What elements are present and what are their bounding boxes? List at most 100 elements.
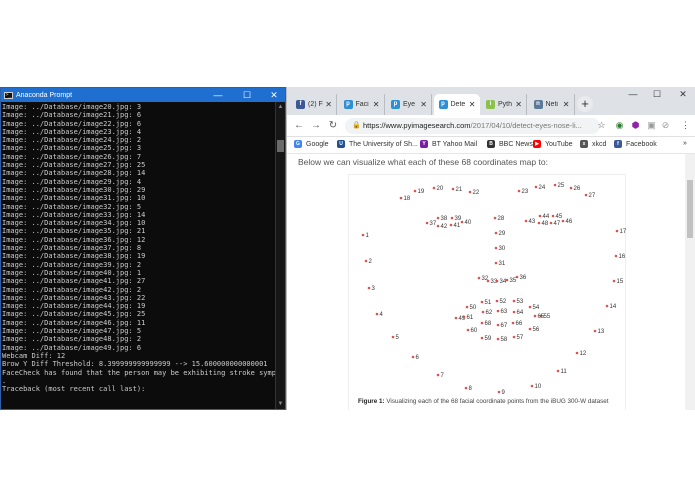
prompt-line: Image: ../Database/image34.jpg: 10 [2,219,146,228]
page-content[interactable]: Below we can visualize what each of thes… [287,154,685,410]
scroll-up-icon[interactable]: ▲ [276,102,285,112]
bookmark-item[interactable]: U The University of Sh... [337,140,418,148]
landmark-label: 44 [543,214,550,220]
prompt-line: Image: ../Database/image44.jpg: 19 [2,302,146,311]
landmark-label: 21 [456,187,463,193]
landmark-point [486,279,490,283]
scroll-down-icon[interactable]: ▼ [276,399,285,409]
minimize-icon[interactable]: — [624,89,642,99]
maximize-icon[interactable]: ☐ [648,89,666,100]
prompt-line: Image: ../Database/image28.jpg: 14 [2,169,146,178]
landmark-label: 31 [499,261,506,267]
prompt-scrollbar[interactable]: ▲ ▼ [275,102,285,409]
new-tab-button[interactable]: + [577,96,593,112]
landmark-point [512,310,516,314]
landmark-point [451,187,455,191]
prompt-titlebar[interactable]: >_ Anaconda Prompt — ☐ ✕ [1,88,285,102]
tab-favicon-icon: p [343,100,353,109]
landmark-label: 59 [485,336,492,342]
landmark-label: 40 [465,220,472,226]
landmark-label: 61 [467,315,474,321]
landmark-point [496,337,500,341]
extension-icon[interactable]: ▣ [645,119,658,132]
landmark-point [413,189,417,193]
landmark-point [367,286,371,290]
landmark-point [480,300,484,304]
forward-icon[interactable]: → [309,119,323,133]
bookmark-icon: Y [420,140,428,148]
tab-close-icon[interactable]: ✕ [373,100,380,109]
anaconda-prompt-window[interactable]: >_ Anaconda Prompt — ☐ ✕ Image: ../Datab… [0,87,286,410]
browser-tab[interactable]: i Pyth ✕ [481,94,527,115]
browser-tab[interactable]: f (2) F ✕ [291,94,337,115]
landmark-point [512,335,516,339]
bookmark-item[interactable]: f Facebook [614,140,657,148]
chrome-window[interactable]: + — ☐ ✕ f (2) F ✕ p Faci ✕ p Eye ✕ p Dete ✕ i Pyth ✕ n N… [286,87,695,410]
landmark-point [515,275,519,279]
prompt-scroll-thumb[interactable] [277,140,284,152]
bookmark-label: The University of Sh... [349,140,418,148]
landmark-label: 13 [598,329,605,335]
landmark-label: 47 [554,221,561,227]
bookmark-icon: f [614,140,622,148]
bookmark-item[interactable]: x xkcd [580,140,606,148]
maximize-icon[interactable]: ☐ [237,88,257,102]
prompt-line: Image: ../Database/image43.jpg: 22 [2,293,146,302]
extension-icon[interactable]: ⬢ [629,119,642,132]
extension-icon[interactable]: ⊘ [659,119,672,132]
bookmark-label: BBC News [499,140,533,148]
profile-icon[interactable]: ⋮ [679,119,692,132]
prompt-line: Image: ../Database/image21.jpg: 6 [2,111,142,120]
bookmark-item[interactable]: G Google [294,140,329,148]
prompt-line: Image: ../Database/image45.jpg: 25 [2,310,146,319]
close-icon[interactable]: ✕ [674,89,692,100]
prompt-output[interactable]: Image: ../Database/image20.jpg: 3 Image: … [1,102,275,409]
landmark-point [530,384,534,388]
prompt-line: Brow Y Diff Threshold: 8.399999999999999… [2,360,268,369]
landmark-label: 2 [369,259,373,265]
landmark-label: 67 [501,323,508,329]
tab-close-icon[interactable]: ✕ [563,100,570,109]
page-scrollbar[interactable] [685,154,695,410]
bookmark-label: BT Yahoo Mail [432,140,478,148]
browser-tab[interactable]: p Faci ✕ [338,94,385,115]
bookmark-item[interactable]: B BBC News [487,140,533,148]
back-icon[interactable]: ← [292,119,306,133]
bookmark-item[interactable]: ▶ YouTube [533,140,573,148]
minimize-icon[interactable]: — [208,88,228,102]
browser-tab[interactable]: n Neti ✕ [528,94,575,115]
tab-close-icon[interactable]: ✕ [325,100,332,109]
tab-close-icon[interactable]: ✕ [469,100,476,109]
prompt-line: Image: ../Database/image39.jpg: 2 [2,260,142,269]
browser-tab[interactable]: p Eye ✕ [386,94,432,115]
landmark-point [399,196,403,200]
close-icon[interactable]: ✕ [264,88,284,102]
tab-close-icon[interactable]: ✕ [515,100,522,109]
landmark-point [436,216,440,220]
reload-icon[interactable]: ↻ [326,119,340,133]
star-icon[interactable]: ☆ [595,119,608,132]
extension-icon[interactable]: ◉ [613,119,626,132]
landmark-point [462,315,466,319]
landmark-label: 3 [372,286,376,292]
prompt-line: Image: ../Database/image26.jpg: 7 [2,152,142,161]
landmark-label: 11 [561,369,568,375]
bookmark-item[interactable]: Y BT Yahoo Mail [420,140,477,148]
prompt-line: Image: ../Database/image40.jpg: 1 [2,268,142,277]
landmark-label: 7 [441,373,445,379]
landmark-point [528,327,532,331]
tab-close-icon[interactable]: ✕ [420,100,427,109]
landmark-point [569,186,573,190]
landmark-point [411,355,415,359]
page-scroll-thumb[interactable] [687,180,693,238]
browser-tab[interactable]: p Dete ✕ [433,94,480,115]
landmark-label: 64 [517,310,524,316]
desktop: >_ Anaconda Prompt — ☐ ✕ Image: ../Datab… [0,0,695,494]
landmark-point [534,185,538,189]
landmark-point [436,224,440,228]
landmark-point [493,216,497,220]
prompt-line: Image: ../Database/image37.jpg: 8 [2,244,142,253]
url-domain: https://www.pyimagesearch.com [363,121,471,130]
more-bookmarks-icon[interactable]: » [683,140,687,147]
address-bar[interactable]: 🔒 https://www.pyimagesearch.com/2017/04/… [345,118,600,134]
